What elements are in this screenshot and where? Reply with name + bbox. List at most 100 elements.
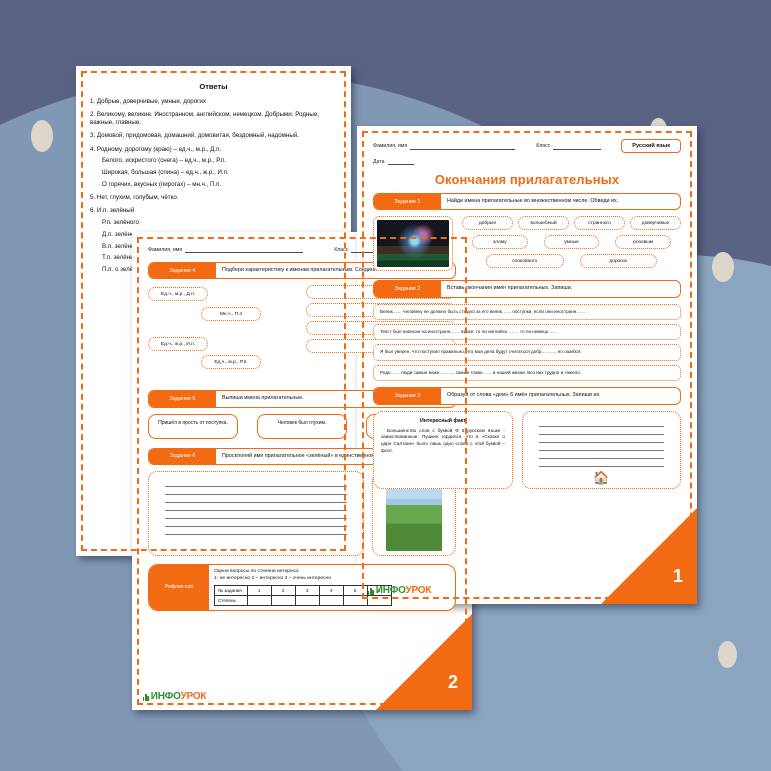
rating-cell[interactable] — [270, 594, 296, 606]
word-chip[interactable]: доверчивые — [630, 216, 681, 231]
task-6-tag: Задание 6 — [149, 448, 216, 464]
task-3-text: Образуй от слова «дом» 6 имён прилагател… — [447, 392, 601, 399]
task-2[interactable]: Задание 2 Вставь окончания имён прилагат… — [373, 280, 681, 298]
write-line[interactable] — [539, 427, 664, 435]
answers-title: Ответы — [199, 82, 228, 91]
write-line[interactable] — [539, 451, 664, 459]
logo-text: ИНФОУРОК — [376, 586, 432, 596]
name-input[interactable] — [410, 143, 516, 150]
class-input[interactable] — [553, 143, 602, 150]
class-label: Класс — [334, 246, 349, 253]
write-line[interactable] — [165, 487, 347, 495]
task-1-tag: Задание 1 — [374, 194, 441, 210]
word-chip[interactable]: розовым — [615, 235, 672, 250]
name-label: Фамилия, имя — [373, 143, 408, 149]
logo-bars-icon — [143, 693, 149, 701]
write-line[interactable] — [539, 459, 664, 467]
list-item: 4. Родному, дорогому (краю) – ед.ч., м.р… — [90, 146, 343, 189]
word-chip[interactable]: спокойного — [486, 254, 564, 269]
table-row: Степень — [214, 594, 392, 606]
write-line[interactable] — [539, 435, 664, 443]
page-corner-triangle — [601, 508, 697, 604]
task-4-tag: Задание 4 — [149, 263, 216, 279]
write-line[interactable] — [165, 527, 347, 535]
match-bubble-left[interactable]: Ед.ч., м.р., Р.п. — [201, 355, 261, 370]
rating-cell[interactable] — [366, 594, 392, 606]
sentence-blank[interactable]: Велик…… человеку не должно быть стыдно з… — [373, 303, 681, 321]
logo-text: ИНФОУРОК — [151, 692, 207, 702]
house-icon: 🏠 — [593, 469, 610, 485]
rating-cell[interactable] — [318, 594, 344, 606]
reflection-table[interactable]: № задания 1 2 3 4 5 6 Степень — [214, 584, 392, 606]
background-dot-3 — [712, 252, 734, 282]
match-bubble-left[interactable]: Мн.ч., П.п — [201, 307, 261, 322]
list-item: 3. Домовой, придомовая, домашний, домови… — [90, 132, 299, 140]
sentence-blank[interactable]: Текст был написан на иностранн…… языке: … — [373, 324, 681, 341]
green-field-photo — [386, 478, 442, 551]
logo-text-green: ИНФО — [150, 691, 181, 702]
word-chip[interactable]: умные — [543, 235, 600, 250]
list-item: 5. Нет, глухим, голубым, чётко. — [90, 194, 179, 201]
write-line[interactable] — [165, 479, 347, 487]
task-6-answer-area[interactable] — [148, 470, 364, 556]
task-4-left-column: Ед.ч., м.р., Д.п. Мн.ч., П.п Ед.ч., ж.р.… — [148, 285, 288, 383]
table-cell: 1 — [246, 584, 272, 596]
task-2-tag: Задание 2 — [374, 281, 441, 297]
task-3-answer-area[interactable]: 🏠 — [522, 410, 681, 489]
list-item-text: 6. И.п. зелёный — [90, 207, 135, 215]
date-input[interactable] — [387, 158, 414, 165]
magic-book-photo — [377, 220, 449, 268]
name-input[interactable] — [185, 246, 304, 253]
rating-cell[interactable] — [342, 594, 368, 606]
match-bubble-left[interactable]: Ед.ч., ж.р., И.п. — [148, 337, 208, 352]
word-chip[interactable]: волшебный — [518, 216, 569, 231]
task-1-text: Найди имена прилагательные во множествен… — [447, 198, 619, 204]
word-chip[interactable]: дорогих — [579, 254, 657, 269]
sentence-blank[interactable]: Родн…… люди самые важн………, самые главн……… — [373, 364, 681, 382]
date-field-row: Дата — [373, 158, 681, 165]
write-line[interactable] — [165, 511, 347, 519]
fun-fact-box: Интересный факт Большинство слов с букво… — [373, 410, 513, 489]
reflection-tag: Рефлек-сия — [149, 564, 209, 610]
page-number: 2 — [447, 672, 458, 692]
table-cell: 2 — [270, 584, 296, 596]
logo-text-green: ИНФО — [375, 585, 406, 596]
rating-cell[interactable] — [294, 594, 320, 606]
table-cell: 5 — [342, 584, 368, 596]
task-3-tag: Задание 3 — [374, 388, 441, 404]
background-dot-1 — [31, 120, 53, 152]
task-2-text: Вставь окончания имён прилагательных. За… — [447, 285, 573, 292]
logo-bars-icon — [368, 587, 374, 595]
word-chip[interactable]: странного — [574, 216, 625, 231]
word-chip[interactable]: добрые — [462, 216, 513, 231]
write-line[interactable] — [539, 443, 664, 451]
background-dot-4 — [718, 641, 737, 668]
write-line[interactable] — [165, 519, 347, 527]
table-row: № задания 1 2 3 4 5 6 — [214, 584, 392, 596]
page-corner-triangle — [376, 614, 472, 710]
task-1[interactable]: Задание 1 Найди имена прилагательные во … — [373, 193, 681, 211]
infourok-logo: ИНФОУРОК — [368, 586, 431, 596]
list-subitem: Белого, искристого (снега) – ед.ч., м.р.… — [102, 157, 226, 165]
page-title: Окончания прилагательных — [434, 172, 620, 187]
write-line[interactable] — [539, 419, 664, 427]
student-fields-row: Фамилия, имя Класс — [373, 143, 621, 150]
write-line[interactable] — [165, 495, 347, 503]
write-line[interactable] — [165, 503, 347, 511]
table-cell: 4 — [318, 584, 344, 596]
list-subitem: Р.п. зелёного — [102, 219, 139, 226]
fun-fact-title: Интересный факт — [420, 417, 466, 424]
rating-cell[interactable] — [246, 594, 272, 606]
sentence-card[interactable]: Пришёл в ярость от поступка. — [148, 413, 238, 439]
task-3[interactable]: Задание 3 Образуй от слова «дом» 6 имён … — [373, 387, 681, 405]
list-subitem: О горячих, вкусных (пирогах) – мн.ч., П.… — [102, 180, 222, 188]
sentence-card[interactable]: Человек был глухим. — [257, 413, 347, 439]
task-2-sentences: Велик…… человеку не должно быть стыдно з… — [373, 303, 681, 382]
list-item-text: 4. Родному, дорогому (краю) – ед.ч., м.р… — [90, 145, 222, 153]
sentence-blank[interactable]: Я был уверен, что поступил правильно, чт… — [373, 344, 681, 361]
word-chip[interactable]: злому — [472, 235, 528, 250]
match-bubble-left[interactable]: Ед.ч., м.р., Д.п. — [148, 287, 208, 302]
reflection-row-label: № задания — [214, 584, 248, 596]
class-label: Класс — [536, 143, 551, 149]
date-label: Дата — [373, 158, 385, 165]
